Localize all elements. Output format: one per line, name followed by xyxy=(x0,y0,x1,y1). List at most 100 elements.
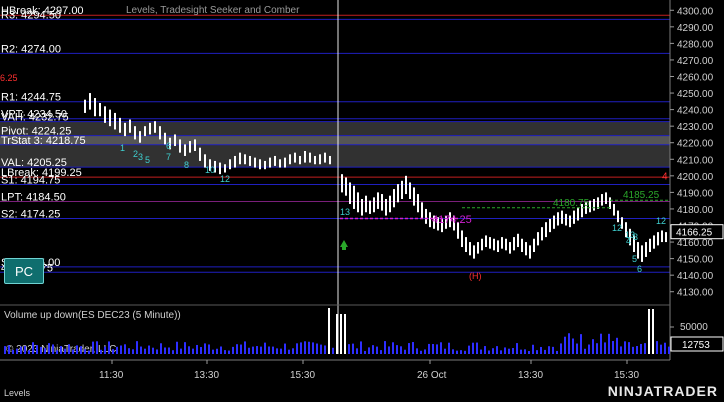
volume-bar xyxy=(140,346,142,354)
volume-bar xyxy=(376,346,378,354)
volume-bar xyxy=(356,348,358,354)
volume-bar xyxy=(240,344,242,354)
volume-bar xyxy=(648,309,650,354)
chart-title: Levels, Tradesight Seeker and Comber xyxy=(126,5,300,16)
annotation-red-h: (H) xyxy=(469,271,482,281)
bottom-tab-levels[interactable]: Levels xyxy=(4,388,31,398)
volume-bar xyxy=(468,345,470,354)
price-tick-label: 4250.00 xyxy=(677,89,714,100)
time-tick-label: 15:30 xyxy=(290,370,315,381)
volume-bar xyxy=(336,314,338,354)
price-tick-label: 4240.00 xyxy=(677,106,714,117)
annotation-green-4185: 4185.25 xyxy=(623,190,660,201)
volume-bar xyxy=(236,344,238,354)
seeker-number: 13 xyxy=(340,207,350,217)
volume-tick-label: 50000 xyxy=(680,322,708,333)
time-tick-label: 26 Oct xyxy=(417,370,447,381)
time-tick-label: 13:30 xyxy=(194,370,219,381)
volume-bar xyxy=(284,343,286,354)
volume-bar xyxy=(524,349,526,354)
seeker-number: 12 xyxy=(612,223,622,233)
volume-bar xyxy=(316,343,318,354)
volume-bar xyxy=(40,346,42,354)
annotation-red-left: 6.25 xyxy=(0,73,18,83)
volume-bar xyxy=(44,348,46,354)
volume-bar xyxy=(532,344,534,354)
volume-bar xyxy=(216,348,218,354)
volume-bar xyxy=(32,342,34,354)
volume-bar xyxy=(612,341,614,354)
volume-bar xyxy=(388,346,390,354)
price-tick-label: 4160.00 xyxy=(677,238,714,249)
volume-bar xyxy=(60,346,62,354)
volume-bar xyxy=(480,349,482,354)
seeker-number: 4 xyxy=(626,236,631,246)
volume-bar xyxy=(592,339,594,354)
price-tick-label: 4230.00 xyxy=(677,122,714,133)
volume-bar xyxy=(224,350,226,354)
volume-bar xyxy=(80,346,82,354)
volume-bar xyxy=(340,314,342,354)
volume-bar xyxy=(160,343,162,354)
volume-bar xyxy=(412,342,414,354)
volume-bar xyxy=(156,349,158,354)
volume-bar xyxy=(664,342,666,354)
volume-bar xyxy=(8,345,10,354)
volume-bar xyxy=(204,343,206,354)
volume-bar xyxy=(168,347,170,354)
seeker-number: 7 xyxy=(166,152,171,162)
volume-bar xyxy=(360,341,362,354)
seeker-number: 12 xyxy=(220,174,230,184)
volume-bar xyxy=(408,343,410,354)
volume-bar xyxy=(324,345,326,354)
volume-bar xyxy=(424,349,426,354)
volume-bar xyxy=(560,343,562,354)
seeker-number: 3 xyxy=(633,232,638,242)
seeker-number: 1 xyxy=(120,143,125,153)
volume-bar xyxy=(304,341,306,354)
volume-bar xyxy=(460,350,462,354)
volume-bar xyxy=(640,343,642,354)
volume-bar xyxy=(580,334,582,354)
volume-bar xyxy=(28,350,30,354)
volume-bar xyxy=(192,348,194,354)
level-label-10: S1: 4194.75 xyxy=(1,175,60,187)
volume-bar xyxy=(364,350,366,354)
volume-bar xyxy=(256,346,258,354)
volume-bar xyxy=(124,344,126,354)
volume-bar xyxy=(456,350,458,354)
volume-bar xyxy=(132,349,134,354)
volume-bar xyxy=(504,347,506,354)
volume-bar xyxy=(100,349,102,354)
price-tick-label: 4290.00 xyxy=(677,23,714,34)
price-chart[interactable]: HBreak: 4297.00R3: 4294.50R2: 4274.00R1:… xyxy=(0,0,724,402)
seeker-number: 12 xyxy=(656,216,666,226)
price-tick-label: 4200.00 xyxy=(677,172,714,183)
volume-bar xyxy=(96,341,98,354)
pc-button[interactable]: PC xyxy=(4,258,44,284)
volume-bar xyxy=(48,343,50,354)
volume-bar xyxy=(564,336,566,354)
volume-bar xyxy=(528,350,530,354)
volume-bar xyxy=(604,342,606,354)
volume-bar xyxy=(328,308,330,354)
price-tick-label: 4140.00 xyxy=(677,271,714,282)
level-label-5: VAH: 4232.75 xyxy=(1,112,69,124)
volume-bar xyxy=(556,350,558,354)
volume-bar xyxy=(400,346,402,354)
volume-bar xyxy=(620,346,622,354)
volume-bar xyxy=(572,338,574,354)
price-tick-label: 4210.00 xyxy=(677,155,714,166)
lbreak-marker: 4 xyxy=(662,171,668,182)
volume-bar xyxy=(296,343,298,354)
level-label-12: S2: 4174.25 xyxy=(1,208,60,220)
volume-bar xyxy=(136,341,138,354)
volume-bar xyxy=(420,350,422,354)
volume-bar xyxy=(452,349,454,354)
seeker-number: 5 xyxy=(632,254,637,264)
volume-bar xyxy=(440,342,442,354)
annotation-magenta-4174: 4174.25 xyxy=(432,214,472,226)
volume-bar xyxy=(208,344,210,354)
volume-bar xyxy=(172,350,174,354)
volume-bar xyxy=(608,333,610,354)
